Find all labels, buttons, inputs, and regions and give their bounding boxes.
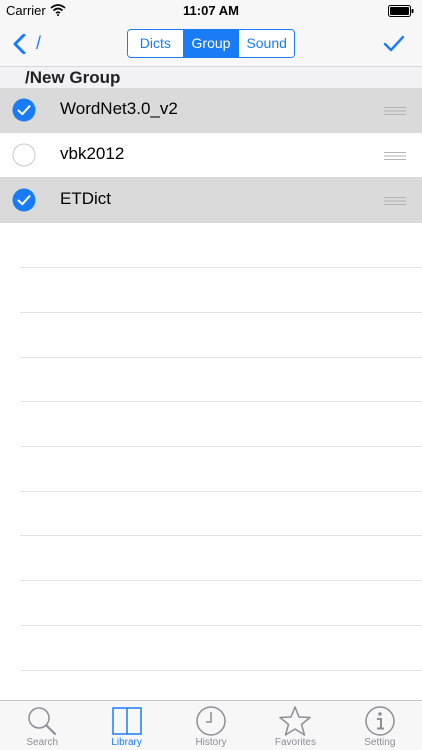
unchecked-circle-icon[interactable]	[12, 143, 36, 167]
empty-row-separator	[20, 357, 422, 358]
search-icon	[28, 707, 57, 735]
tab-history[interactable]: History	[169, 701, 253, 750]
app-window: Carrier 11:07 AM / Dicts Group Sound /Ne…	[0, 0, 422, 750]
reorder-handle-icon[interactable]	[384, 195, 406, 207]
back-label: /	[36, 33, 42, 53]
segment-dicts[interactable]: Dicts	[128, 30, 183, 57]
clock-icon	[196, 706, 226, 736]
list-item[interactable]: WordNet3.0_v2	[0, 88, 422, 133]
tab-label: Library	[111, 737, 142, 748]
empty-row-separator	[20, 580, 422, 581]
tab-library[interactable]: Library	[84, 701, 168, 750]
tab-favorites[interactable]: Favorites	[253, 701, 337, 750]
dictionary-name: WordNet3.0_v2	[60, 99, 178, 118]
empty-row-separator	[20, 491, 422, 492]
tab-label: History	[195, 737, 227, 748]
segment-sound[interactable]: Sound	[238, 30, 294, 57]
book-icon	[111, 707, 142, 735]
reorder-handle-icon[interactable]	[384, 105, 406, 117]
dictionary-name: ETDict	[60, 189, 111, 208]
empty-row-separator	[20, 312, 422, 313]
back-button[interactable]: /	[8, 28, 58, 60]
empty-row-separator	[20, 267, 422, 268]
mode-segmented-control: Dicts Group Sound	[127, 29, 295, 58]
section-title: /New Group	[25, 68, 121, 87]
list-item[interactable]: ETDict	[0, 178, 422, 223]
tab-label: Favorites	[274, 737, 316, 748]
info-icon	[365, 706, 395, 736]
chevron-left-icon	[13, 34, 26, 54]
list-item[interactable]: vbk2012	[0, 133, 422, 178]
reorder-handle-icon[interactable]	[384, 150, 406, 162]
battery-icon	[388, 5, 414, 17]
status-time: 11:07 AM	[183, 3, 239, 18]
section-header: /New Group	[0, 66, 422, 88]
checked-circle-icon[interactable]	[12, 98, 36, 122]
tab-label: Setting	[364, 737, 396, 748]
dictionary-name: vbk2012	[60, 144, 125, 163]
tab-label: Search	[26, 737, 59, 748]
navigation-bar: / Dicts Group Sound	[0, 22, 422, 66]
status-bar: Carrier 11:07 AM	[0, 0, 422, 22]
empty-row-separator	[20, 401, 422, 402]
star-icon	[279, 706, 312, 736]
empty-row-separator	[20, 446, 422, 447]
tab-setting[interactable]: Setting	[338, 701, 422, 750]
empty-row-separator	[20, 625, 422, 626]
checked-circle-icon[interactable]	[12, 188, 36, 212]
tab-search[interactable]: Search	[0, 701, 84, 750]
empty-row-separator	[20, 535, 422, 536]
empty-row-separator	[20, 670, 422, 671]
tab-bar: Search Library History Favorites Setting	[0, 700, 422, 750]
done-checkmark-button[interactable]	[382, 32, 406, 56]
segment-group[interactable]: Group	[182, 30, 239, 57]
